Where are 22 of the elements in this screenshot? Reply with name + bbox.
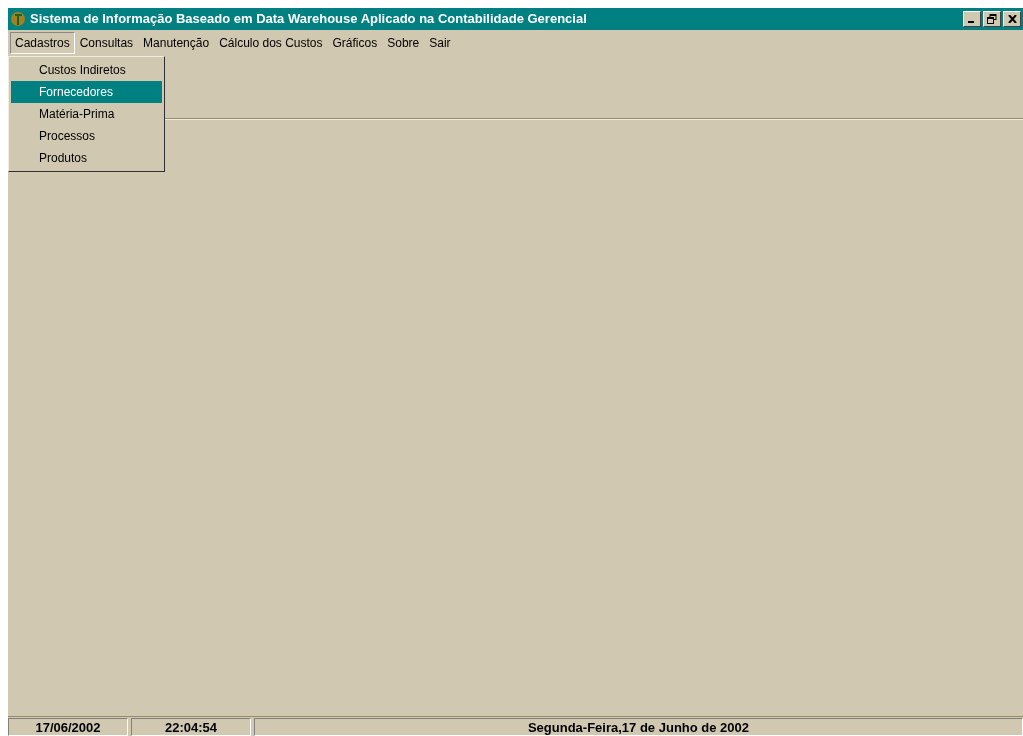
dropdown-item[interactable]: Matéria-Prima	[11, 103, 162, 125]
menu-item[interactable]: Sair	[424, 32, 456, 54]
status-date: 17/06/2002	[8, 718, 128, 736]
menu-item[interactable]: Consultas	[74, 32, 139, 54]
menu-item[interactable]: Manutenção	[138, 32, 215, 54]
dropdown-item[interactable]: Custos Indiretos	[11, 59, 162, 81]
status-day: Segunda-Feira,17 de Junho de 2002	[254, 718, 1023, 736]
menu-item[interactable]: Cadastros	[10, 32, 75, 54]
menu-item[interactable]: Sobre	[382, 32, 425, 54]
close-icon	[1007, 15, 1017, 23]
restore-button[interactable]	[983, 11, 1001, 27]
status-time: 22:04:54	[131, 718, 251, 736]
dropdown-item[interactable]: Produtos	[11, 147, 162, 169]
menu-item[interactable]: Cálculo dos Custos	[214, 32, 328, 54]
restore-icon	[987, 14, 997, 24]
close-button[interactable]	[1003, 11, 1021, 27]
dropdown-item[interactable]: Fornecedores	[11, 81, 162, 103]
app-icon	[10, 11, 26, 27]
minimize-button[interactable]	[963, 11, 981, 27]
menu-item[interactable]: Gráficos	[327, 32, 383, 54]
window-title: Sistema de Informação Baseado em Data Warehouse Aplicado na Contabilidade Gerencial	[30, 10, 588, 29]
dropdown-item[interactable]: Processos	[11, 125, 162, 147]
